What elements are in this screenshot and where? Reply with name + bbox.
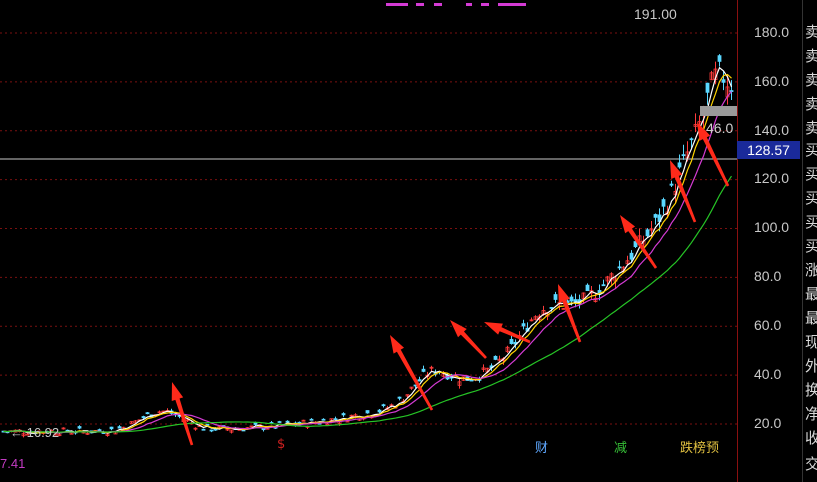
candle-body xyxy=(601,284,606,287)
panel-label: 换 xyxy=(805,381,817,399)
axis-tick: 180.0 xyxy=(754,24,790,40)
candle-body xyxy=(397,396,402,399)
axis-tick: 40.0 xyxy=(754,366,782,382)
candle-body xyxy=(721,79,726,83)
axis-tick: 120.0 xyxy=(754,170,790,186)
marker-finance[interactable]: 财 xyxy=(535,437,548,456)
candle-body xyxy=(493,355,498,360)
volume-low-label: 7.41 xyxy=(0,456,26,471)
panel-label: 买 xyxy=(805,165,817,183)
candle-body xyxy=(285,420,290,423)
candle-body xyxy=(653,214,658,218)
candle-body xyxy=(677,162,682,168)
panel-label: 现 xyxy=(805,333,817,351)
candle-body xyxy=(209,429,214,432)
top-indicator-dashes xyxy=(386,3,526,6)
candle-body xyxy=(521,323,526,327)
candle-body xyxy=(141,416,146,419)
marker-reduce[interactable]: 减 xyxy=(614,437,627,456)
quote-side-panel: 卖 卖 卖 卖 卖 买 买 买 买 买 涨 最 最 现 外 换 净 收 交 xyxy=(802,0,817,482)
candle-body xyxy=(629,252,634,260)
ma5-line xyxy=(3,66,733,434)
candle-body xyxy=(365,410,370,414)
candle-body xyxy=(309,418,314,421)
candle-body xyxy=(469,379,474,382)
candle-body xyxy=(417,379,422,382)
price-axis: 180.0 160.0 140.0 120.0 100.0 80.0 60.0 … xyxy=(737,0,803,482)
panel-label: 涨 xyxy=(805,261,817,279)
panel-label: 卖 xyxy=(805,95,817,113)
ma20-line xyxy=(3,91,732,434)
annotation-arrow xyxy=(390,335,434,411)
candle-body xyxy=(77,426,82,429)
candle-body xyxy=(705,82,710,93)
candle-body xyxy=(377,409,382,413)
panel-label: 买 xyxy=(805,141,817,159)
high-price-label: 191.00 xyxy=(634,6,677,22)
candle-body xyxy=(689,138,694,141)
candle-body xyxy=(661,199,666,207)
panel-label: 卖 xyxy=(805,119,817,137)
axis-tick: 100.0 xyxy=(754,219,790,235)
candle-body xyxy=(681,154,686,157)
candle-body xyxy=(669,183,674,186)
marker-ranking[interactable]: 跌榜预 xyxy=(680,437,719,456)
axis-tick: 20.0 xyxy=(754,415,782,431)
candles xyxy=(1,54,734,438)
axis-tick: 80.0 xyxy=(754,268,782,284)
moving-averages xyxy=(3,66,733,434)
candle-body xyxy=(585,284,590,291)
annotation-arrows xyxy=(171,122,730,446)
panel-label: 最 xyxy=(805,309,817,327)
panel-label: 净 xyxy=(805,405,817,423)
candle-body xyxy=(381,404,386,407)
candle-body xyxy=(553,294,558,300)
candle-body xyxy=(333,418,338,421)
panel-label: 买 xyxy=(805,189,817,207)
candle-body xyxy=(145,412,150,415)
panel-label: 收 xyxy=(805,429,817,447)
candle-body xyxy=(729,90,734,92)
candle-body xyxy=(645,229,650,237)
panel-label: 卖 xyxy=(805,47,817,65)
panel-label: 外 xyxy=(805,357,817,375)
marker-dollar[interactable]: $ xyxy=(277,437,285,452)
candlestick-chart[interactable] xyxy=(0,0,737,482)
candle-body xyxy=(569,296,574,302)
panel-label: 卖 xyxy=(805,71,817,89)
candle-body xyxy=(277,421,282,423)
candle-body xyxy=(617,266,622,269)
price-range-box xyxy=(700,106,737,116)
candle-body xyxy=(421,368,426,372)
axis-tick: 140.0 xyxy=(754,122,790,138)
candle-body xyxy=(509,338,514,344)
panel-label: 卖 xyxy=(805,23,817,41)
panel-label: 交 xyxy=(805,455,817,473)
candle-body xyxy=(549,307,554,309)
candle-body xyxy=(321,418,326,421)
panel-label: 买 xyxy=(805,237,817,255)
panel-label: 买 xyxy=(805,213,817,231)
candle-body xyxy=(341,413,346,416)
panel-label: 最 xyxy=(805,285,817,303)
candle-body xyxy=(109,426,114,430)
axis-tick: 160.0 xyxy=(754,73,790,89)
current-price-badge: 128.57 xyxy=(737,141,800,159)
candle-body xyxy=(261,428,266,431)
low-price-label: ← 16.92 xyxy=(10,425,60,440)
candle-body xyxy=(117,426,122,429)
side-value-label: 46.0 xyxy=(706,120,734,136)
ma60-line xyxy=(3,175,733,433)
candle-body xyxy=(201,428,206,431)
ma10-line xyxy=(3,73,732,434)
axis-tick: 60.0 xyxy=(754,317,782,333)
candle-body xyxy=(717,55,722,62)
